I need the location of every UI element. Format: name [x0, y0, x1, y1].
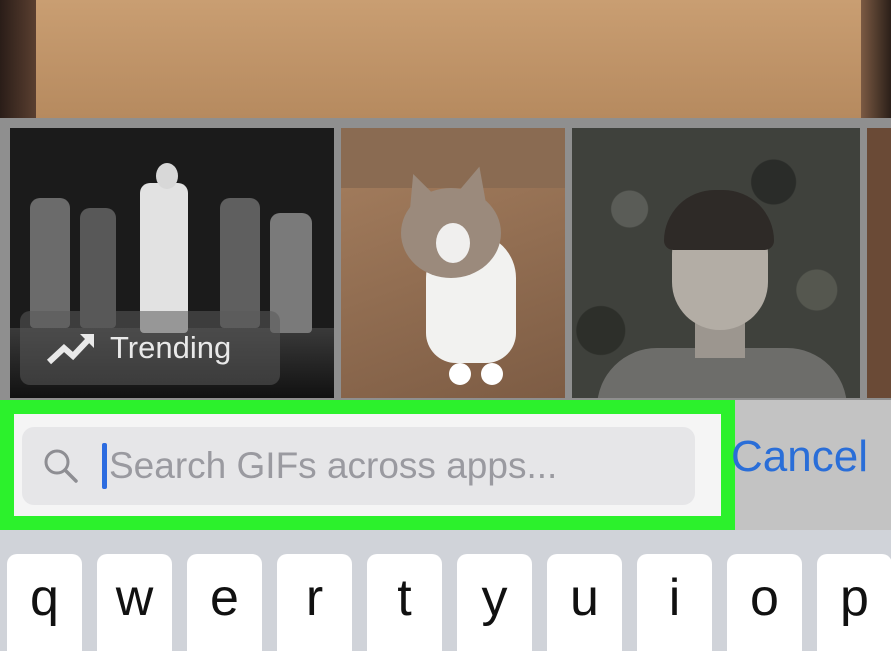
gif-strip[interactable]: Trending [0, 118, 891, 410]
search-input[interactable] [109, 445, 669, 487]
cat-face [436, 223, 470, 263]
background-edge-right [861, 0, 891, 118]
key-t[interactable]: t [367, 554, 442, 651]
keyboard: q w e r t y u i o p [0, 530, 891, 651]
background-dancer [220, 198, 260, 328]
gif-thumbnail-man[interactable] [572, 128, 860, 398]
search-field[interactable] [22, 427, 695, 505]
background-dancer [80, 208, 116, 328]
key-o[interactable]: o [727, 554, 802, 651]
background-dancer [30, 198, 70, 328]
background-edge-left [0, 0, 36, 118]
cat-paw [481, 363, 503, 385]
key-y[interactable]: y [457, 554, 532, 651]
background-photo [0, 0, 891, 118]
trending-label: Trending [110, 330, 232, 365]
cancel-button[interactable]: Cancel [731, 432, 868, 482]
gif-thumbnail-cat[interactable] [341, 128, 565, 398]
main-dancer-head [156, 163, 178, 189]
search-icon [44, 449, 78, 483]
text-caret [102, 443, 107, 489]
trending-badge[interactable]: Trending [20, 311, 280, 385]
key-q[interactable]: q [7, 554, 82, 651]
key-p[interactable]: p [817, 554, 891, 651]
key-w[interactable]: w [97, 554, 172, 651]
key-e[interactable]: e [187, 554, 262, 651]
trending-up-icon [46, 334, 94, 365]
key-u[interactable]: u [547, 554, 622, 651]
gif-thumbnail-partial[interactable] [867, 128, 891, 398]
key-i[interactable]: i [637, 554, 712, 651]
key-r[interactable]: r [277, 554, 352, 651]
search-bar-area: Cancel [0, 400, 891, 530]
gif-thumbnail-trending[interactable]: Trending [10, 128, 334, 398]
cat-paw [449, 363, 471, 385]
